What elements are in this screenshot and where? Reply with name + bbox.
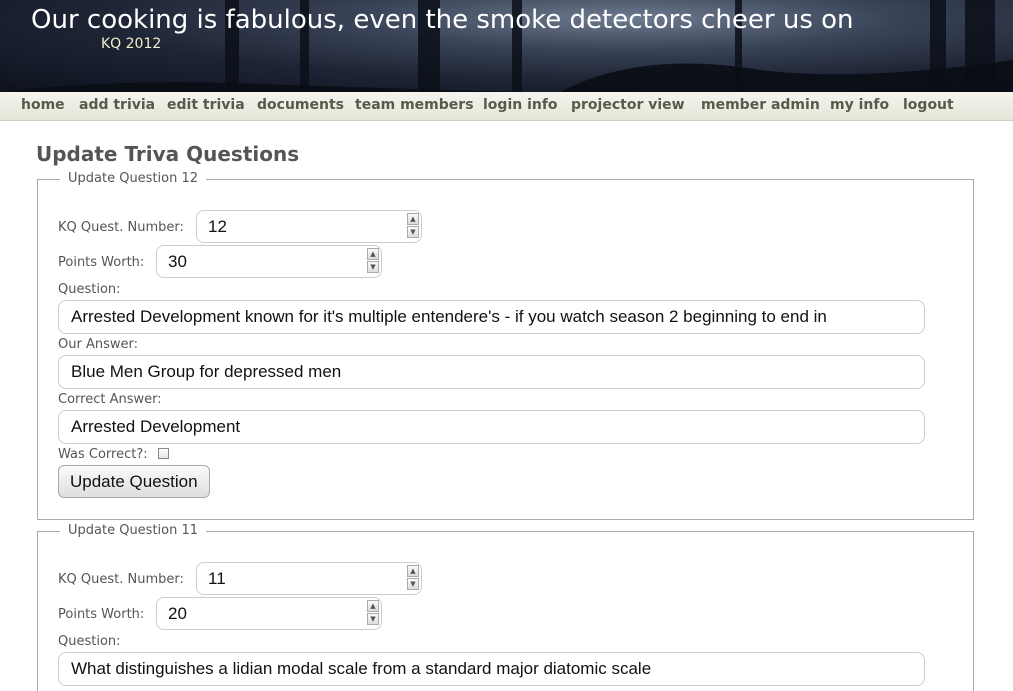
correct-answer-label: Correct Answer: bbox=[58, 392, 162, 407]
was-correct-checkbox[interactable] bbox=[158, 448, 169, 459]
quest-number-label: KQ Quest. Number: bbox=[58, 220, 184, 235]
correct-answer-value: Arrested Development bbox=[71, 417, 241, 436]
quest-number-value: 12 bbox=[208, 217, 227, 236]
question-label: Question: bbox=[58, 282, 121, 297]
spin-up-arrow-icon[interactable]: ▲ bbox=[407, 565, 419, 577]
question-input[interactable]: Arrested Development known for it's mult… bbox=[58, 300, 925, 334]
site-subtitle: KQ 2012 bbox=[101, 36, 162, 52]
nav-item-member-admin[interactable]: member admin bbox=[701, 97, 820, 113]
quest-number-input[interactable]: 11 ▲ ▼ bbox=[196, 562, 422, 595]
site-title: Our cooking is fabulous, even the smoke … bbox=[31, 5, 854, 35]
points-input[interactable]: 20 ▲ ▼ bbox=[156, 597, 382, 630]
our-answer-value: Blue Men Group for depressed men bbox=[71, 362, 342, 381]
main-nav: home add trivia edit trivia documents te… bbox=[0, 92, 1013, 121]
question-fieldset: Update Question 11 KQ Quest. Number: 11 … bbox=[37, 523, 974, 691]
was-correct-label: Was Correct?: bbox=[58, 447, 148, 462]
site-header: Our cooking is fabulous, even the smoke … bbox=[0, 0, 1013, 92]
points-label: Points Worth: bbox=[58, 255, 145, 270]
page-title: Update Triva Questions bbox=[36, 142, 300, 166]
spin-down-arrow-icon[interactable]: ▼ bbox=[407, 226, 419, 238]
nav-item-logout[interactable]: logout bbox=[903, 97, 954, 113]
nav-item-edit-trivia[interactable]: edit trivia bbox=[167, 97, 245, 113]
nav-item-my-info[interactable]: my info bbox=[830, 97, 889, 113]
points-value: 20 bbox=[168, 604, 187, 623]
update-question-button[interactable]: Update Question bbox=[58, 465, 210, 498]
quest-number-label: KQ Quest. Number: bbox=[58, 572, 184, 587]
nav-item-add-trivia[interactable]: add trivia bbox=[79, 97, 155, 113]
our-answer-label: Our Answer: bbox=[58, 337, 138, 352]
question-fieldset: Update Question 12 KQ Quest. Number: 12 … bbox=[37, 171, 974, 520]
points-label: Points Worth: bbox=[58, 607, 145, 622]
points-input[interactable]: 30 ▲ ▼ bbox=[156, 245, 382, 278]
question-label: Question: bbox=[58, 634, 121, 649]
spin-down-arrow-icon[interactable]: ▼ bbox=[367, 613, 379, 625]
spin-up-arrow-icon[interactable]: ▲ bbox=[367, 248, 379, 260]
spin-down-arrow-icon[interactable]: ▼ bbox=[367, 261, 379, 273]
fieldset-legend: Update Question 12 bbox=[60, 171, 207, 186]
question-input[interactable]: What distinguishes a lidian modal scale … bbox=[58, 652, 925, 686]
nav-item-home[interactable]: home bbox=[21, 97, 65, 113]
question-value: Arrested Development known for it's mult… bbox=[71, 307, 827, 326]
fieldset-legend: Update Question 11 bbox=[60, 523, 207, 538]
nav-item-login-info[interactable]: login info bbox=[483, 97, 558, 113]
nav-item-documents[interactable]: documents bbox=[257, 97, 344, 113]
quest-number-value: 11 bbox=[208, 569, 226, 588]
question-value: What distinguishes a lidian modal scale … bbox=[71, 659, 652, 678]
spin-up-arrow-icon[interactable]: ▲ bbox=[367, 600, 379, 612]
spin-down-arrow-icon[interactable]: ▼ bbox=[407, 578, 419, 590]
our-answer-input[interactable]: Blue Men Group for depressed men bbox=[58, 355, 925, 389]
nav-item-projector-view[interactable]: projector view bbox=[571, 97, 685, 113]
spin-up-arrow-icon[interactable]: ▲ bbox=[407, 213, 419, 225]
quest-number-input[interactable]: 12 ▲ ▼ bbox=[196, 210, 422, 243]
points-value: 30 bbox=[168, 252, 187, 271]
correct-answer-input[interactable]: Arrested Development bbox=[58, 410, 925, 444]
nav-item-team-members[interactable]: team members bbox=[355, 97, 474, 113]
